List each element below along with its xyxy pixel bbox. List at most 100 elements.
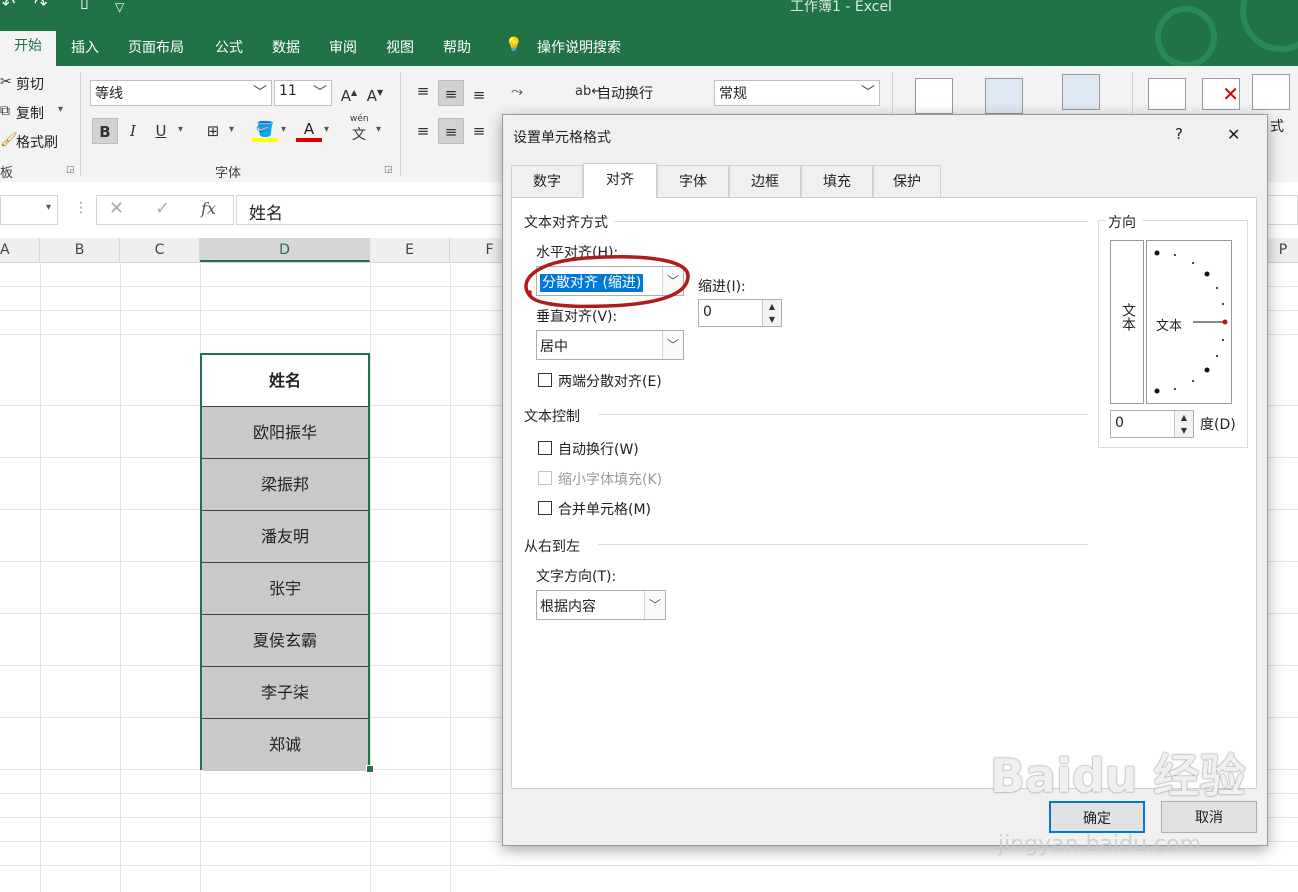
spin-down-icon[interactable]: ▼ <box>1174 424 1193 437</box>
table-row[interactable]: 欧阳振华 <box>202 407 368 459</box>
wrap-text-button[interactable]: 自动换行 <box>597 83 653 103</box>
phonetic-icon[interactable]: wén <box>350 114 369 124</box>
shrink-font-button[interactable]: A▼ <box>362 80 388 106</box>
rtl-heading: 从右到左 <box>524 536 586 556</box>
grow-font-button[interactable]: A▲ <box>336 80 362 106</box>
spin-down-icon[interactable]: ▼ <box>762 313 781 326</box>
tab-help[interactable]: 帮助 <box>443 37 471 57</box>
orientation-icon[interactable]: ⤳ <box>504 78 530 104</box>
copy-dropdown-icon[interactable]: ▾ <box>58 104 63 115</box>
wrap-text-checkbox[interactable] <box>538 441 552 455</box>
tab-page-layout[interactable]: 页面布局 <box>128 37 184 57</box>
tab-review[interactable]: 审阅 <box>329 37 357 57</box>
vertical-align-select[interactable]: 居中 ﹀ <box>536 330 684 360</box>
enter-icon[interactable]: ✓ <box>155 198 170 219</box>
column-header-p[interactable]: P <box>1268 238 1298 262</box>
table-row[interactable]: 郑诚 <box>202 719 368 771</box>
column-header-b[interactable]: B <box>40 238 120 262</box>
column-header-a[interactable]: A <box>0 238 40 262</box>
phonetic-char: 文 <box>352 127 366 143</box>
tab-protection[interactable]: 保护 <box>873 165 941 197</box>
vertical-text-box[interactable]: 文本 <box>1110 240 1144 404</box>
font-size-select[interactable]: 11 ﹀ <box>274 80 332 106</box>
shrink-font-icon: A <box>366 87 378 105</box>
insert-function-icon[interactable]: fx <box>201 199 216 218</box>
redo-icon[interactable]: ↷ <box>34 0 47 13</box>
borders-icon[interactable]: ⊞ <box>200 118 226 144</box>
tab-data[interactable]: 数据 <box>272 37 300 57</box>
align-center-icon[interactable]: ≡ <box>438 118 464 144</box>
dialog-launcher-icon[interactable]: ◲ <box>384 165 393 175</box>
table-row[interactable]: 夏侯玄霸 <box>202 615 368 667</box>
tab-font[interactable]: 字体 <box>657 165 729 197</box>
tab-fill[interactable]: 填充 <box>801 165 873 197</box>
underline-button[interactable]: U <box>148 118 174 144</box>
close-icon[interactable]: ✕ <box>1227 125 1240 144</box>
text-direction-select[interactable]: 根据内容 ﹀ <box>536 590 666 620</box>
customize-qat-icon[interactable]: ▽ <box>115 0 124 14</box>
tab-border[interactable]: 边框 <box>729 165 801 197</box>
column-header-d[interactable]: D <box>200 238 370 262</box>
indent-spinner[interactable]: 0 ▲ ▼ <box>698 299 782 327</box>
tab-view[interactable]: 视图 <box>386 37 414 57</box>
merge-cells-checkbox[interactable] <box>538 501 552 515</box>
format-painter-button[interactable]: 格式刷 <box>16 132 58 152</box>
spin-up-icon[interactable]: ▲ <box>1174 411 1193 424</box>
table-header-cell[interactable]: 姓名 <box>202 355 368 407</box>
orientation-dial[interactable]: 文本 <box>1146 240 1232 404</box>
cell-styles-icon[interactable] <box>1062 74 1100 110</box>
table-row[interactable]: 梁振邦 <box>202 459 368 511</box>
name-box[interactable]: ▾ <box>0 195 58 225</box>
align-top-icon[interactable]: ≡ <box>410 78 436 104</box>
align-middle-icon[interactable]: ≡ <box>438 80 464 106</box>
help-button[interactable]: ? <box>1175 125 1183 143</box>
format-cells-icon[interactable] <box>1252 74 1290 110</box>
indent-label: 缩进(I): <box>698 279 746 295</box>
chevron-down-icon: ﹀ <box>662 331 683 359</box>
chevron-down-icon[interactable]: ▾ <box>229 124 234 135</box>
table-row[interactable]: 李子柒 <box>202 667 368 719</box>
delete-cells-icon[interactable]: ✕ <box>1202 78 1240 110</box>
font-color-button[interactable]: A <box>296 116 322 142</box>
align-right-icon[interactable]: ≡ <box>466 118 492 144</box>
column-header-e[interactable]: E <box>370 238 450 262</box>
conditional-format-icon[interactable] <box>915 78 953 114</box>
bold-button[interactable]: B <box>92 118 118 144</box>
table-row[interactable]: 潘友明 <box>202 511 368 563</box>
grid-line <box>120 262 121 892</box>
number-format-select[interactable]: 常规 ﹀ <box>714 80 880 106</box>
shrink-to-fit-checkbox[interactable] <box>538 471 552 485</box>
column-header-c[interactable]: C <box>120 238 200 262</box>
chevron-down-icon[interactable]: ▾ <box>376 124 381 135</box>
copy-button[interactable]: 复制 <box>16 103 44 123</box>
format-cells-label[interactable]: 式 <box>1270 116 1284 136</box>
new-file-icon[interactable]: ▯ <box>80 0 89 11</box>
dialog-launcher-icon[interactable]: ◲ <box>66 165 75 175</box>
cancel-icon[interactable]: ✕ <box>109 198 124 219</box>
tab-home[interactable]: 开始 <box>0 31 56 66</box>
format-as-table-icon[interactable] <box>985 78 1023 114</box>
font-name-select[interactable]: 等线 ﹀ <box>90 80 272 106</box>
fill-handle[interactable] <box>366 765 374 773</box>
cut-button[interactable]: 剪切 <box>16 74 44 94</box>
italic-button[interactable]: I <box>120 118 146 144</box>
title-bar: ↶ ↷ ▯ ▽ 工作簿1 - Excel 开始 插入 页面布局 公式 数据 审阅… <box>0 0 1298 68</box>
chevron-down-icon[interactable]: ▾ <box>178 124 183 135</box>
tab-number[interactable]: 数字 <box>511 165 583 197</box>
align-left-icon[interactable]: ≡ <box>410 118 436 144</box>
chevron-down-icon[interactable]: ▾ <box>281 124 286 135</box>
fill-color-icon[interactable]: 🪣 <box>252 116 278 142</box>
undo-icon[interactable]: ↶ <box>2 0 15 13</box>
baidu-watermark-url: jingyan.baidu.com <box>998 832 1202 857</box>
tell-me-search[interactable]: 操作说明搜索 <box>537 37 621 57</box>
tab-insert[interactable]: 插入 <box>71 37 99 57</box>
table-row[interactable]: 张宇 <box>202 563 368 615</box>
degrees-spinner[interactable]: 0 ▲ ▼ <box>1110 410 1194 438</box>
chevron-down-icon[interactable]: ▾ <box>324 124 329 135</box>
align-bottom-icon[interactable]: ≡ <box>466 82 492 108</box>
tab-formulas[interactable]: 公式 <box>215 37 243 57</box>
tab-alignment[interactable]: 对齐 <box>583 163 657 198</box>
insert-cells-icon[interactable] <box>1148 78 1186 110</box>
justify-distributed-checkbox[interactable] <box>538 373 552 387</box>
spin-up-icon[interactable]: ▲ <box>762 300 781 313</box>
